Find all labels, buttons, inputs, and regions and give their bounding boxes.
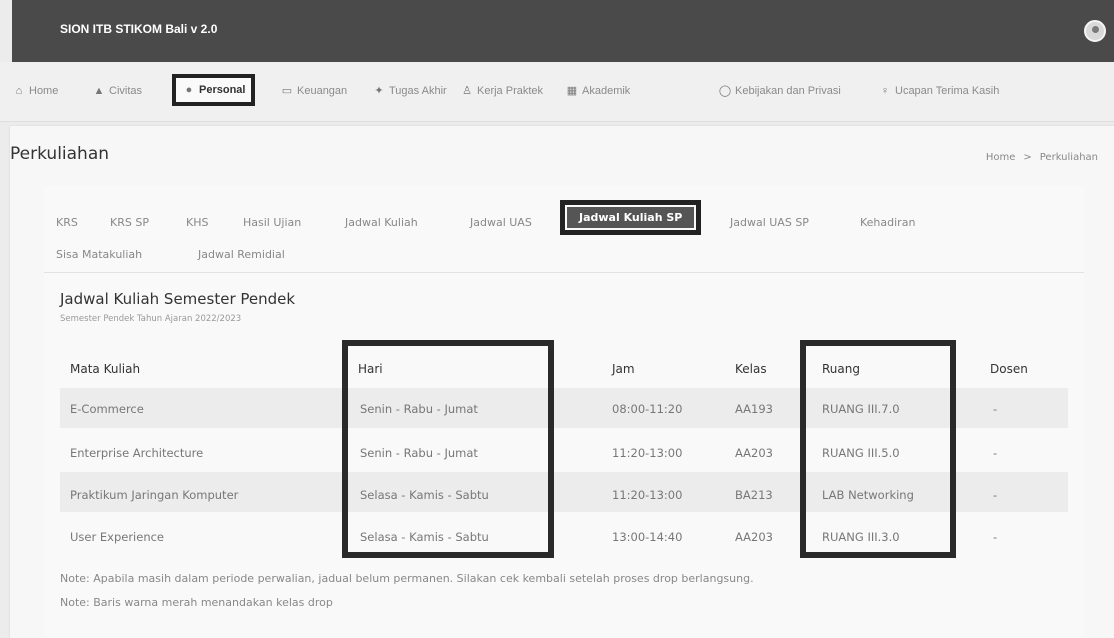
cell-dosen: - bbox=[993, 488, 998, 502]
cell-dosen: - bbox=[993, 446, 998, 460]
tab-krs-sp[interactable]: KRS SP bbox=[110, 216, 149, 229]
tab-khs[interactable]: KHS bbox=[186, 216, 208, 229]
nav-kebijakan[interactable]: ◯ Kebijakan dan Privasi bbox=[718, 80, 841, 102]
nav-keuangan-label: Keuangan bbox=[297, 85, 348, 97]
tab-jadwal-remidial[interactable]: Jadwal Remidial bbox=[198, 248, 285, 261]
nav-tugas-akhir-label: Tugas Akhir bbox=[389, 85, 447, 97]
cell-jam: 11:20-13:00 bbox=[612, 488, 683, 502]
tab-sisa-matakuliah[interactable]: Sisa Matakuliah bbox=[56, 248, 142, 261]
note-drop: Note: Baris warna merah menandakan kelas… bbox=[60, 596, 333, 609]
cell-kelas: BA213 bbox=[735, 488, 773, 502]
nav-kerja-praktek-label: Kerja Praktek bbox=[477, 85, 544, 97]
cell-mata-kuliah: E-Commerce bbox=[70, 402, 144, 416]
nav-home-label: Home bbox=[29, 85, 59, 97]
thanks-icon: ♀ bbox=[880, 85, 890, 97]
nav-akademik-label: Akademik bbox=[582, 85, 631, 97]
header-dosen: Dosen bbox=[990, 362, 1028, 376]
nav-keuangan[interactable]: ▭ Keuangan bbox=[280, 80, 347, 102]
cell-jam: 11:20-13:00 bbox=[612, 446, 683, 460]
tab-hasil-ujian[interactable]: Hasil Ujian bbox=[243, 216, 301, 229]
tab-jadwal-kuliah-sp[interactable]: Jadwal Kuliah SP bbox=[560, 200, 702, 235]
nav-civitas[interactable]: ▲ Civitas bbox=[92, 80, 142, 102]
tab-jadwal-uas-sp[interactable]: Jadwal UAS SP bbox=[730, 216, 809, 229]
highlight-box-ruang bbox=[800, 340, 956, 558]
tab-jadwal-uas[interactable]: Jadwal UAS bbox=[470, 216, 532, 229]
breadcrumb: Home > Perkuliahan bbox=[982, 152, 1102, 163]
nav-home[interactable]: ⌂ Home bbox=[12, 80, 59, 102]
cell-kelas: AA193 bbox=[735, 402, 774, 416]
section-title: Jadwal Kuliah Semester Pendek bbox=[60, 290, 296, 308]
nav-ucapan[interactable]: ♀ Ucapan Terima Kasih bbox=[878, 80, 999, 102]
highlight-box-hari bbox=[342, 340, 554, 558]
nav-personal-label: Personal bbox=[199, 84, 246, 96]
app-title: SION ITB STIKOM Bali v 2.0 bbox=[60, 22, 218, 36]
cell-mata-kuliah: User Experience bbox=[70, 530, 164, 544]
breadcrumb-current: Perkuliahan bbox=[1039, 152, 1098, 163]
breadcrumb-separator: > bbox=[1023, 152, 1032, 163]
nav-tugas-akhir[interactable]: ✦ Tugas Akhir bbox=[372, 80, 447, 102]
cell-dosen: - bbox=[993, 402, 998, 416]
graduation-cap-icon: ▲ bbox=[93, 85, 105, 97]
nav-kerja-praktek[interactable]: ♙ Kerja Praktek bbox=[460, 80, 543, 102]
nav-personal[interactable]: ● Personal bbox=[172, 74, 256, 106]
cell-jam: 08:00-11:20 bbox=[612, 402, 683, 416]
cell-mata-kuliah: Enterprise Architecture bbox=[70, 446, 204, 460]
nav-kebijakan-label: Kebijakan dan Privasi bbox=[735, 85, 841, 97]
money-icon: ▭ bbox=[281, 85, 293, 97]
tab-kehadiran[interactable]: Kehadiran bbox=[860, 216, 915, 229]
shield-icon: ◯ bbox=[718, 85, 732, 97]
nav-civitas-label: Civitas bbox=[109, 85, 143, 97]
page-title: Perkuliahan bbox=[10, 144, 110, 164]
header-jam: Jam bbox=[612, 362, 635, 376]
tabs-divider bbox=[44, 272, 1084, 273]
tab-jadwal-kuliah[interactable]: Jadwal Kuliah bbox=[345, 216, 418, 229]
section-subtitle: Semester Pendek Tahun Ajaran 2022/2023 bbox=[60, 314, 242, 324]
cell-kelas: AA203 bbox=[735, 446, 774, 460]
top-bar: SION ITB STIKOM Bali v 2.0 bbox=[12, 0, 1114, 62]
home-icon: ⌂ bbox=[15, 85, 23, 97]
sparkle-icon: ✦ bbox=[374, 85, 384, 97]
user-icon: ● bbox=[185, 84, 193, 96]
user-avatar[interactable] bbox=[1084, 20, 1106, 42]
cell-jam: 13:00-14:40 bbox=[612, 530, 683, 544]
note-perwalian: Note: Apabila masih dalam periode perwal… bbox=[60, 572, 754, 585]
cell-mata-kuliah: Praktikum Jaringan Komputer bbox=[70, 488, 239, 502]
main-nav: ⌂ Home ▲ Civitas ● Personal ▭ Keuangan ✦ Tuga… bbox=[0, 62, 1114, 122]
breadcrumb-home[interactable]: Home bbox=[986, 152, 1016, 163]
cell-dosen: - bbox=[993, 530, 998, 544]
cell-kelas: AA203 bbox=[735, 530, 774, 544]
header-kelas: Kelas bbox=[735, 362, 767, 376]
nav-akademik[interactable]: ▦ Akademik bbox=[565, 80, 631, 102]
book-icon: ▦ bbox=[566, 85, 578, 97]
nav-ucapan-label: Ucapan Terima Kasih bbox=[895, 85, 1000, 97]
tab-krs[interactable]: KRS bbox=[56, 216, 78, 229]
worker-icon: ♙ bbox=[462, 85, 472, 97]
header-mata-kuliah: Mata Kuliah bbox=[70, 362, 141, 376]
